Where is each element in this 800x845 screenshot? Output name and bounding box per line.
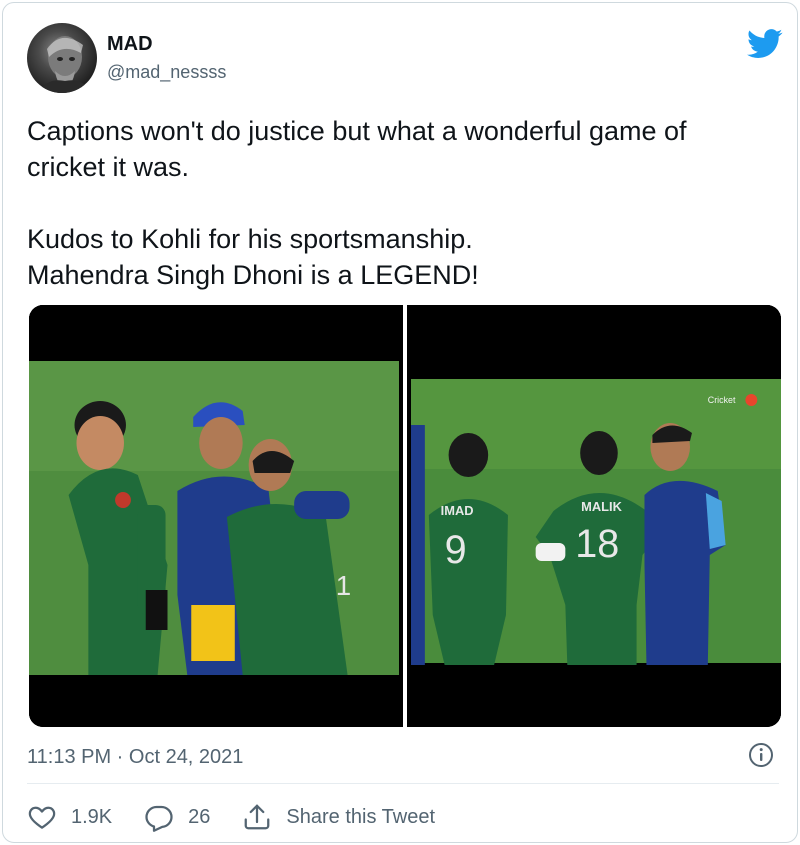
jersey-name-imad: IMAD [441, 503, 474, 518]
avatar[interactable] [27, 23, 97, 93]
tweet-text: Captions won't do justice but what a won… [27, 116, 687, 290]
like-button[interactable]: 1.9K [27, 802, 112, 832]
tweet-header: MAD @mad_nessss [27, 23, 783, 95]
reply-count: 26 [188, 805, 211, 828]
reply-button[interactable]: 26 [144, 802, 210, 832]
left-jersey-number: 1 [336, 570, 351, 601]
like-count: 1.9K [71, 805, 113, 828]
media-divider [403, 305, 407, 727]
separator [27, 783, 779, 784]
jersey-number-nine: 9 [445, 528, 467, 572]
tweet-actions: 1.9K 26 Share this Tweet [27, 799, 467, 835]
tweet-timestamp[interactable]: 11:13 PM · Oct 24, 2021 [27, 743, 243, 771]
share-button[interactable]: Share this Tweet [242, 802, 435, 832]
heart-icon [27, 802, 57, 832]
share-icon [242, 802, 272, 832]
share-label: Share this Tweet [286, 805, 436, 828]
twitter-bird-icon[interactable] [747, 29, 783, 59]
media-photo-left[interactable]: 1 [29, 305, 400, 727]
jersey-number-eighteen: 18 [575, 522, 619, 566]
tweet-media[interactable]: 1 IMAD 9 MALIK 18 Cricket [29, 305, 781, 727]
broadcaster-bug: Cricket [708, 395, 736, 405]
info-icon[interactable] [747, 741, 775, 769]
display-name[interactable]: MAD [107, 32, 226, 56]
user-handle[interactable]: @mad_nessss [107, 60, 226, 84]
tweet-card: MAD @mad_nessss Captions won't do justic… [2, 2, 798, 843]
reply-bubble-icon [144, 802, 174, 832]
jersey-name-malik: MALIK [581, 499, 622, 514]
media-photo-right[interactable]: IMAD 9 MALIK 18 Cricket [410, 305, 781, 727]
